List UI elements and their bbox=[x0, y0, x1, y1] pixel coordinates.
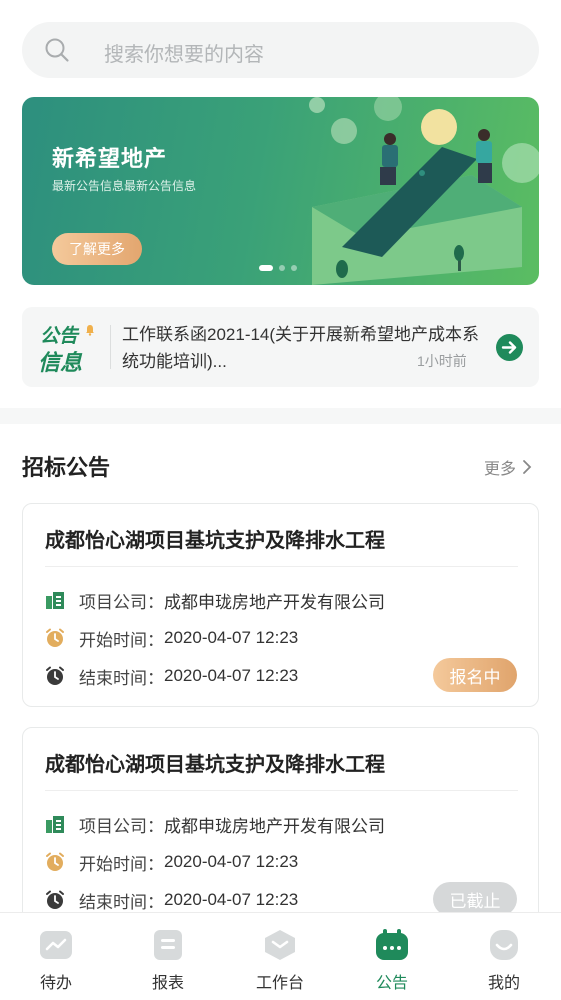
tender-card[interactable]: 成都怡心湖项目基坑支护及降排水工程 项目公司： 成都申珑房地产开发有限公司 开始… bbox=[22, 503, 539, 707]
learn-more-button[interactable]: 了解更多 bbox=[52, 233, 142, 265]
carousel-dot[interactable] bbox=[291, 265, 297, 271]
start-time-label: 开始时间： bbox=[79, 630, 164, 650]
company-value: 成都申珑房地产开发有限公司 bbox=[164, 816, 385, 836]
tab-report[interactable]: 报表 bbox=[128, 923, 208, 997]
end-time-label: 结束时间： bbox=[79, 892, 164, 912]
divider bbox=[45, 566, 518, 567]
start-time-value: 2020-04-07 12:23 bbox=[164, 628, 299, 647]
divider bbox=[110, 325, 111, 369]
status-badge[interactable]: 报名中 bbox=[433, 658, 517, 692]
company-value: 成都申珑房地产开发有限公司 bbox=[164, 592, 385, 612]
announcement-time: 1小时前 bbox=[417, 353, 467, 369]
alarm-clock-icon bbox=[46, 666, 64, 685]
search-icon bbox=[45, 38, 69, 62]
company-label: 项目公司： bbox=[79, 816, 164, 836]
tab-label: 工作台 bbox=[255, 975, 304, 992]
end-time-label: 结束时间： bbox=[79, 668, 164, 688]
start-time-row: 开始时间： 2020-04-07 12:23 bbox=[45, 850, 298, 874]
end-time-value: 2020-04-07 12:23 bbox=[164, 890, 299, 909]
company-row: 项目公司： 成都申珑房地产开发有限公司 bbox=[45, 812, 385, 836]
arrow-right-circle-icon[interactable] bbox=[496, 334, 523, 361]
building-icon bbox=[46, 592, 64, 609]
carousel-dot[interactable] bbox=[279, 265, 285, 271]
more-link[interactable]: 更多 bbox=[484, 455, 532, 479]
tab-label: 我的 bbox=[487, 975, 520, 992]
banner-carousel[interactable]: 新希望地产 最新公告信息最新公告信息 了解更多 bbox=[22, 97, 539, 285]
building-icon bbox=[46, 816, 64, 833]
start-time-row: 开始时间： 2020-04-07 12:23 bbox=[45, 626, 298, 650]
banner-subtitle: 最新公告信息最新公告信息 bbox=[52, 179, 197, 193]
todo-icon bbox=[40, 931, 72, 959]
company-label: 项目公司： bbox=[79, 592, 164, 612]
tender-title: 成都怡心湖项目基坑支护及降排水工程 bbox=[45, 754, 385, 776]
tab-todo[interactable]: 待办 bbox=[16, 923, 96, 997]
alarm-clock-icon bbox=[46, 852, 64, 871]
search-input[interactable]: 搜索你想要的内容 bbox=[104, 38, 264, 67]
alarm-clock-icon bbox=[46, 628, 64, 647]
tab-workbench[interactable]: 工作台 bbox=[240, 923, 320, 997]
end-time-value: 2020-04-07 12:23 bbox=[164, 666, 299, 685]
tender-title: 成都怡心湖项目基坑支护及降排水工程 bbox=[45, 530, 385, 552]
report-icon bbox=[154, 930, 182, 960]
tender-card[interactable]: 成都怡心湖项目基坑支护及降排水工程 项目公司： 成都申珑房地产开发有限公司 开始… bbox=[22, 727, 539, 931]
banner-title: 新希望地产 bbox=[52, 146, 168, 171]
announcement-ticker[interactable]: 公告 信息 工作联系函2021-14(关于开展新希望地产成本系统功能培训)...… bbox=[22, 307, 539, 387]
bottom-tab-bar: 待办 报表 工作台 公告 我的 bbox=[0, 912, 561, 1000]
more-label[interactable]: 更多 bbox=[484, 455, 516, 479]
divider bbox=[45, 790, 518, 791]
workbench-icon bbox=[265, 930, 295, 960]
status-badge[interactable]: 已截止 bbox=[433, 882, 517, 916]
tab-label: 待办 bbox=[39, 975, 72, 992]
tab-announcement[interactable]: 公告 bbox=[352, 923, 432, 997]
profile-icon bbox=[490, 930, 518, 960]
tab-label: 公告 bbox=[375, 975, 408, 992]
carousel-dot[interactable] bbox=[259, 265, 273, 271]
chevron-right-icon bbox=[523, 460, 532, 474]
announcement-icon bbox=[376, 929, 408, 960]
tab-label: 报表 bbox=[151, 975, 184, 992]
logo-text-line1: 公告 bbox=[40, 326, 79, 347]
announcement-logo: 公告 信息 bbox=[38, 321, 100, 375]
section-title: 招标公告 bbox=[22, 455, 111, 480]
logo-text-line2: 信息 bbox=[38, 350, 83, 375]
end-time-row: 结束时间： 2020-04-07 12:23 bbox=[45, 664, 298, 688]
alarm-clock-icon bbox=[46, 890, 64, 909]
end-time-row: 结束时间： 2020-04-07 12:23 bbox=[45, 888, 298, 912]
start-time-label: 开始时间： bbox=[79, 854, 164, 874]
bell-icon bbox=[86, 325, 94, 336]
search-bar[interactable]: 搜索你想要的内容 bbox=[22, 22, 539, 78]
tab-profile[interactable]: 我的 bbox=[464, 923, 544, 997]
banner-illustration bbox=[309, 97, 539, 285]
company-row: 项目公司： 成都申珑房地产开发有限公司 bbox=[45, 588, 385, 612]
start-time-value: 2020-04-07 12:23 bbox=[164, 852, 299, 871]
carousel-indicator bbox=[259, 265, 297, 271]
